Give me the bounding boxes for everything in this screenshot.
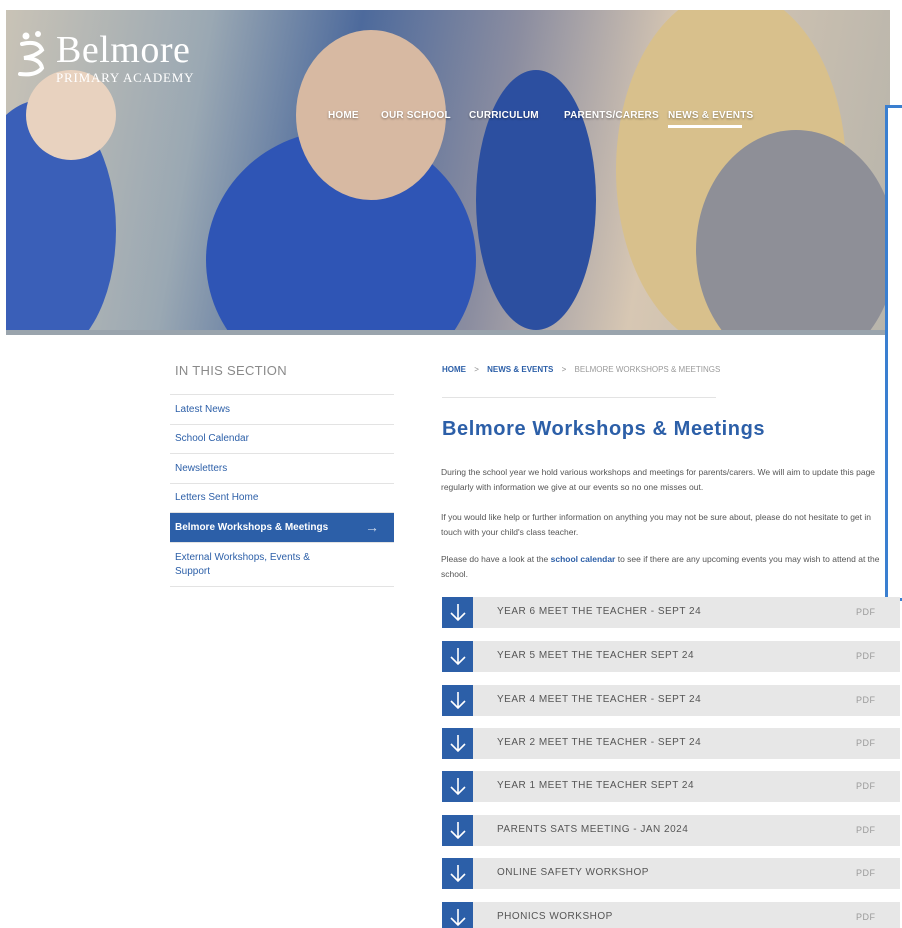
- calendar-paragraph: Please do have a look at the school cale…: [441, 552, 881, 582]
- sidebar-item-label: Latest News: [175, 403, 231, 415]
- download-button[interactable]: [442, 685, 473, 716]
- download-arrow-icon: [450, 604, 466, 622]
- sidebar-item-newsletters[interactable]: Newsletters: [170, 454, 394, 484]
- sidebar-item-latest-news[interactable]: Latest News: [170, 395, 394, 425]
- logo-subtitle: PRIMARY ACADEMY: [56, 70, 195, 85]
- download-title[interactable]: YEAR 1 MEET THE TEACHER SEPT 24: [497, 780, 694, 791]
- download-arrow-icon: [450, 822, 466, 840]
- download-button[interactable]: [442, 728, 473, 759]
- breadcrumb-separator: >: [474, 365, 479, 374]
- hero-photo-shape: [476, 70, 596, 330]
- sidebar-title: IN THIS SECTION: [175, 363, 287, 378]
- main-nav: HOME OUR SCHOOL CURRICULUM PARENTS/CARER…: [6, 110, 890, 130]
- file-type: PDF: [856, 695, 876, 705]
- sidebar-item-label: Letters Sent Home: [175, 492, 259, 504]
- download-row[interactable]: YEAR 2 MEET THE TEACHER - SEPT 24 PDF: [442, 728, 900, 759]
- download-row[interactable]: YEAR 4 MEET THE TEACHER - SEPT 24 PDF: [442, 685, 900, 716]
- breadcrumb-current: BELMORE WORKSHOPS & MEETINGS: [574, 365, 721, 374]
- logo-figures-icon: [18, 31, 45, 77]
- file-type: PDF: [856, 868, 876, 878]
- nav-our-school[interactable]: OUR SCHOOL: [381, 110, 451, 121]
- download-title[interactable]: PHONICS WORKSHOP: [497, 911, 613, 922]
- page-title: Belmore Workshops & Meetings: [442, 418, 766, 440]
- breadcrumb-separator: >: [561, 365, 567, 374]
- help-paragraph: If you would like help or further inform…: [441, 512, 871, 537]
- file-type: PDF: [856, 781, 876, 791]
- download-row[interactable]: ONLINE SAFETY WORKSHOP PDF: [442, 858, 900, 889]
- sidebar-item-label: External Workshops, Events & Support: [175, 551, 310, 577]
- download-arrow-icon: [450, 692, 466, 710]
- breadcrumb-home[interactable]: HOME: [442, 365, 466, 374]
- download-title[interactable]: ONLINE SAFETY WORKSHOP: [497, 867, 649, 878]
- file-type: PDF: [856, 912, 876, 922]
- sidebar-item-letters-sent-home[interactable]: Letters Sent Home: [170, 484, 394, 513]
- sidebar-item-school-calendar[interactable]: School Calendar: [170, 425, 394, 454]
- paragraph-text: Please do have a look at the: [441, 554, 551, 564]
- download-arrow-icon: [450, 778, 466, 796]
- download-button[interactable]: [442, 641, 473, 672]
- sidebar-item-label: Belmore Workshops & Meetings: [175, 521, 329, 533]
- download-arrow-icon: [450, 865, 466, 883]
- file-type: PDF: [856, 607, 876, 617]
- hero-banner: Belmore PRIMARY ACADEMY HOME OUR SCHOOL …: [6, 10, 890, 334]
- download-button[interactable]: [442, 902, 473, 928]
- nav-home[interactable]: HOME: [328, 110, 359, 121]
- breadcrumb-divider: [442, 397, 716, 398]
- nav-news-events[interactable]: NEWS & EVENTS: [668, 110, 753, 121]
- file-type: PDF: [856, 825, 876, 835]
- nav-curriculum[interactable]: CURRICULUM: [469, 110, 539, 121]
- sidebar-item-belmore-workshops[interactable]: Belmore Workshops & Meetings →: [170, 513, 394, 543]
- file-type: PDF: [856, 651, 876, 661]
- overlay-panel: [885, 105, 902, 601]
- download-arrow-icon: [450, 909, 466, 927]
- breadcrumb: HOME > NEWS & EVENTS > BELMORE WORKSHOPS…: [442, 365, 726, 374]
- download-button[interactable]: [442, 597, 473, 628]
- file-type: PDF: [856, 738, 876, 748]
- download-button[interactable]: [442, 858, 473, 889]
- download-arrow-icon: [450, 735, 466, 753]
- download-title[interactable]: YEAR 5 MEET THE TEACHER SEPT 24: [497, 650, 694, 661]
- download-row[interactable]: PHONICS WORKSHOP PDF: [442, 902, 900, 928]
- sidebar-item-external-workshops[interactable]: External Workshops, Events & Support: [170, 543, 394, 587]
- download-title[interactable]: YEAR 4 MEET THE TEACHER - SEPT 24: [497, 694, 701, 705]
- download-row[interactable]: YEAR 1 MEET THE TEACHER SEPT 24 PDF: [442, 771, 900, 802]
- download-title[interactable]: YEAR 6 MEET THE TEACHER - SEPT 24: [497, 606, 701, 617]
- arrow-right-icon: →: [365, 519, 379, 536]
- sidebar-item-label: Newsletters: [175, 462, 228, 474]
- download-button[interactable]: [442, 771, 473, 802]
- download-button[interactable]: [442, 815, 473, 846]
- download-title[interactable]: PARENTS SATS MEETING - JAN 2024: [497, 824, 688, 835]
- download-row[interactable]: PARENTS SATS MEETING - JAN 2024 PDF: [442, 815, 900, 846]
- nav-parents-carers[interactable]: PARENTS/CARERS: [564, 110, 659, 121]
- school-calendar-link[interactable]: school calendar: [551, 554, 616, 564]
- nav-active-indicator: [668, 125, 742, 128]
- logo-name: Belmore: [56, 29, 191, 71]
- sidebar-item-label: School Calendar: [175, 433, 249, 445]
- download-title[interactable]: YEAR 2 MEET THE TEACHER - SEPT 24: [497, 737, 701, 748]
- intro-paragraph: During the school year we hold various w…: [441, 467, 876, 492]
- download-row[interactable]: YEAR 6 MEET THE TEACHER - SEPT 24 PDF: [442, 597, 900, 628]
- download-arrow-icon: [450, 648, 466, 666]
- breadcrumb-news-events[interactable]: NEWS & EVENTS: [487, 365, 553, 374]
- sidebar-nav: Latest News School Calendar Newsletters …: [170, 394, 394, 587]
- download-row[interactable]: YEAR 5 MEET THE TEACHER SEPT 24 PDF: [442, 641, 900, 672]
- hero-bottom-edge: [6, 330, 890, 335]
